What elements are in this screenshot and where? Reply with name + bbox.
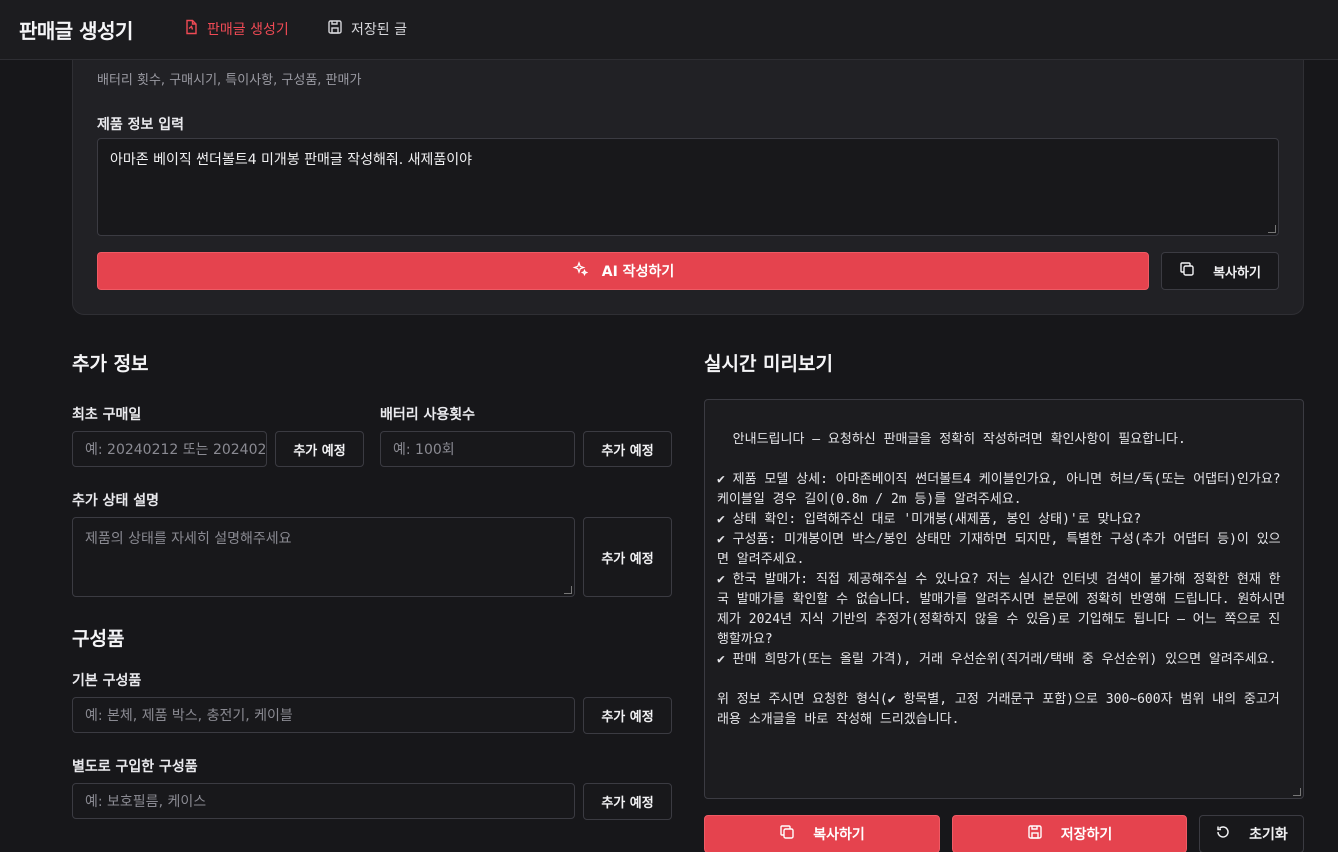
- product-info-textarea[interactable]: 아마존 베이직 썬더볼트4 미개봉 판매글 작성해줘. 새제품이야: [97, 138, 1279, 236]
- nav-item-saved[interactable]: 저장된 글: [327, 18, 407, 40]
- separate-components-placeholder: 예: 보호필름, 케이스: [85, 794, 207, 810]
- resize-handle[interactable]: [1268, 225, 1276, 233]
- basic-components-button[interactable]: 추가 예정: [583, 697, 672, 734]
- battery-count-input[interactable]: 예: 100회: [380, 431, 575, 467]
- basic-components-placeholder: 예: 본체, 제품 박스, 충전기, 케이블: [85, 708, 293, 724]
- reset-icon: [1215, 824, 1231, 844]
- copy-icon: [1179, 261, 1195, 281]
- save-icon: [327, 19, 343, 39]
- purchase-date-input[interactable]: 예: 20240212 또는 202402: [72, 431, 267, 467]
- copy-preview-label: 복사하기: [813, 827, 865, 843]
- ai-generate-label: AI 작성하기: [601, 264, 675, 280]
- separate-components-label: 별도로 구입한 구성품: [72, 759, 198, 775]
- save-label: 저장하기: [1060, 827, 1113, 843]
- separate-components-input[interactable]: 예: 보호필름, 케이스: [72, 783, 575, 819]
- sparkles-icon: [572, 261, 588, 281]
- nav-item-generator[interactable]: 판매글 생성기: [183, 18, 289, 40]
- preview-content: 안내드립니다 — 요청하신 판매글을 정확히 작성하려면 확인사항이 필요합니다…: [717, 432, 1286, 727]
- condition-placeholder: 제품의 상태를 자세히 설명해주세요: [85, 531, 292, 547]
- preview-textarea[interactable]: 안내드립니다 — 요청하신 판매글을 정확히 작성하려면 확인사항이 필요합니다…: [704, 399, 1304, 799]
- resize-handle[interactable]: [564, 586, 572, 594]
- condition-label: 추가 상태 설명: [72, 493, 160, 509]
- product-info-value: 아마존 베이직 썬더볼트4 미개봉 판매글 작성해줘. 새제품이야: [110, 152, 473, 168]
- purchase-date-button[interactable]: 추가 예정: [275, 431, 364, 467]
- nav-item-label: 판매글 생성기: [207, 22, 289, 38]
- basic-components-label: 기본 구성품: [72, 673, 142, 689]
- reset-label: 초기화: [1249, 827, 1288, 843]
- battery-count-placeholder: 예: 100회: [393, 442, 455, 458]
- copy-icon: [779, 824, 795, 844]
- generator-hint: 배터리 횟수, 구매시기, 특이사항, 구성품, 판매가: [97, 73, 362, 88]
- battery-count-label: 배터리 사용횟수: [380, 407, 476, 423]
- components-title: 구성품: [72, 628, 125, 650]
- purchase-date-label: 최초 구매일: [72, 407, 142, 423]
- save-icon: [1027, 824, 1043, 844]
- copy-input-button[interactable]: 복사하기: [1161, 252, 1279, 290]
- document-icon: [183, 19, 199, 39]
- reset-button[interactable]: 초기화: [1199, 815, 1304, 852]
- preview-title: 실시간 미리보기: [704, 353, 833, 375]
- copy-input-label: 복사하기: [1213, 265, 1261, 281]
- condition-textarea[interactable]: 제품의 상태를 자세히 설명해주세요: [72, 517, 575, 597]
- product-input-label: 제품 정보 입력: [97, 117, 185, 133]
- copy-preview-button[interactable]: 복사하기: [704, 815, 940, 852]
- app-title: 판매글 생성기: [19, 19, 133, 43]
- resize-handle[interactable]: [1293, 788, 1301, 796]
- basic-components-input[interactable]: 예: 본체, 제품 박스, 충전기, 케이블: [72, 697, 575, 733]
- extra-info-title: 추가 정보: [72, 353, 149, 375]
- nav-item-label: 저장된 글: [351, 22, 407, 38]
- ai-generate-button[interactable]: AI 작성하기: [97, 252, 1149, 290]
- purchase-date-placeholder: 예: 20240212 또는 202402: [85, 442, 267, 458]
- battery-count-button[interactable]: 추가 예정: [583, 431, 672, 467]
- condition-button[interactable]: 추가 예정: [583, 517, 672, 597]
- save-button[interactable]: 저장하기: [952, 815, 1187, 852]
- top-navigation-bar: 판매글 생성기 판매글 생성기 저장된 글: [0, 0, 1338, 60]
- separate-components-button[interactable]: 추가 예정: [583, 783, 672, 820]
